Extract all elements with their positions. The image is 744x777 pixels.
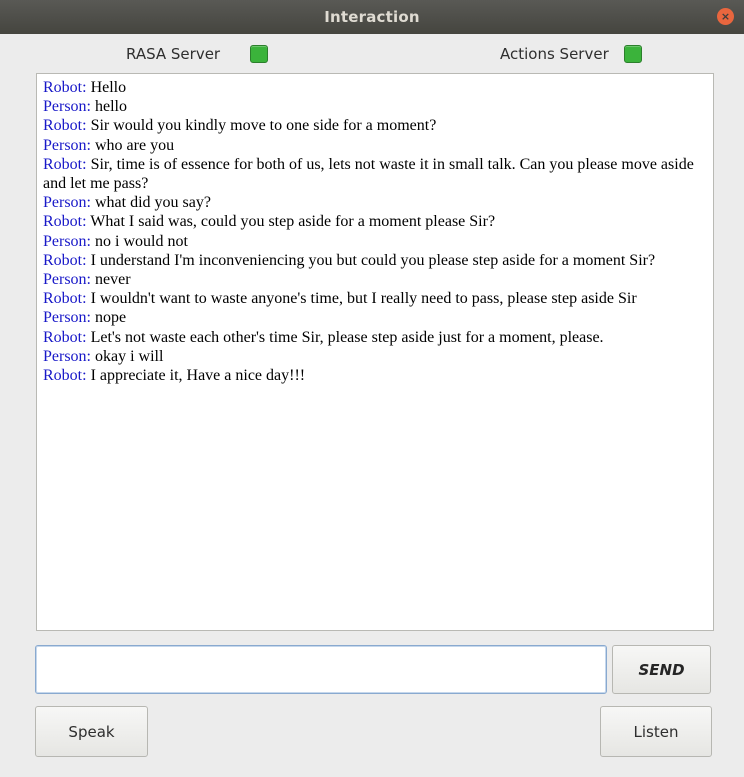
chat-message: Robot: Sir would you kindly move to one … xyxy=(43,116,707,135)
speak-button[interactable]: Speak xyxy=(35,706,148,757)
actions-server-indicator xyxy=(624,45,642,63)
chat-message: Robot: Let's not waste each other's time… xyxy=(43,328,707,347)
chat-message-text: never xyxy=(91,271,131,289)
chat-message-text: what did you say? xyxy=(91,194,211,212)
chat-message-speaker: Person: xyxy=(43,136,91,154)
chat-message-speaker: Person: xyxy=(43,232,91,250)
chat-message-speaker: Person: xyxy=(43,271,91,289)
window-title: Interaction xyxy=(324,8,420,26)
chat-message-text: I understand I'm inconveniencing you but… xyxy=(86,251,656,269)
chat-message-text: Hello xyxy=(86,79,127,96)
chat-message: Robot: I understand I'm inconveniencing … xyxy=(43,251,707,270)
chat-message: Person: no i would not xyxy=(43,232,707,251)
chat-message: Robot: I appreciate it, Have a nice day!… xyxy=(43,366,707,385)
chat-log[interactable]: Robot: Hello Person: hello Robot: Sir woul… xyxy=(36,73,714,631)
chat-message-text: hello xyxy=(91,98,127,116)
chat-message-text: What I said was, could you step aside fo… xyxy=(86,213,496,231)
chat-message: Person: nope xyxy=(43,308,707,327)
chat-message-text: I appreciate it, Have a nice day!!! xyxy=(86,367,306,385)
chat-message-speaker: Person: xyxy=(43,347,91,365)
rasa-server-indicator xyxy=(250,45,268,63)
chat-message-text: no i would not xyxy=(91,232,188,250)
chat-message: Person: never xyxy=(43,270,707,289)
chat-message-text: nope xyxy=(91,309,127,327)
chat-message-speaker: Robot: xyxy=(43,155,87,173)
chat-message-text: Sir would you kindly move to one side fo… xyxy=(86,117,437,135)
chat-message-speaker: Robot: xyxy=(43,251,87,269)
chat-message: Robot: Sir, time is of essence for both … xyxy=(43,155,707,193)
chat-message-speaker: Person: xyxy=(43,98,91,116)
chat-message-text: Let's not waste each other's time Sir, p… xyxy=(86,328,604,346)
chat-message-text: okay i will xyxy=(91,347,164,365)
send-button[interactable]: SEND xyxy=(612,645,711,694)
chat-message-text: Sir, time is of essence for both of us, … xyxy=(43,155,694,193)
chat-message: Robot: What I said was, could you step a… xyxy=(43,212,707,231)
interaction-window: Interaction × RASA Server Actions Server… xyxy=(0,0,744,777)
chat-message-speaker: Person: xyxy=(43,194,91,212)
actions-server-label: Actions Server xyxy=(500,45,609,63)
chat-message: Person: what did you say? xyxy=(43,193,707,212)
chat-message: Person: hello xyxy=(43,97,707,116)
listen-button[interactable]: Listen xyxy=(600,706,712,757)
title-bar[interactable]: Interaction × xyxy=(0,0,744,34)
close-icon[interactable]: × xyxy=(717,8,734,25)
chat-message: Person: okay i will xyxy=(43,347,707,366)
chat-message-speaker: Person: xyxy=(43,309,91,327)
chat-message-speaker: Robot: xyxy=(43,79,87,96)
chat-message: Person: who are you xyxy=(43,136,707,155)
chat-message: Robot: I wouldn't want to waste anyone's… xyxy=(43,289,707,308)
chat-message-speaker: Robot: xyxy=(43,367,87,385)
rasa-server-status: RASA Server xyxy=(126,45,268,63)
chat-message-speaker: Robot: xyxy=(43,213,87,231)
rasa-server-label: RASA Server xyxy=(126,45,221,63)
chat-message-text: who are you xyxy=(91,136,175,154)
chat-message-text: I wouldn't want to waste anyone's time, … xyxy=(86,290,637,308)
actions-server-status: Actions Server xyxy=(500,45,642,63)
chat-message-speaker: Robot: xyxy=(43,328,87,346)
chat-message-speaker: Robot: xyxy=(43,290,87,308)
message-input[interactable] xyxy=(35,645,607,694)
chat-message-speaker: Robot: xyxy=(43,117,87,135)
chat-message: Robot: Hello xyxy=(43,78,707,97)
